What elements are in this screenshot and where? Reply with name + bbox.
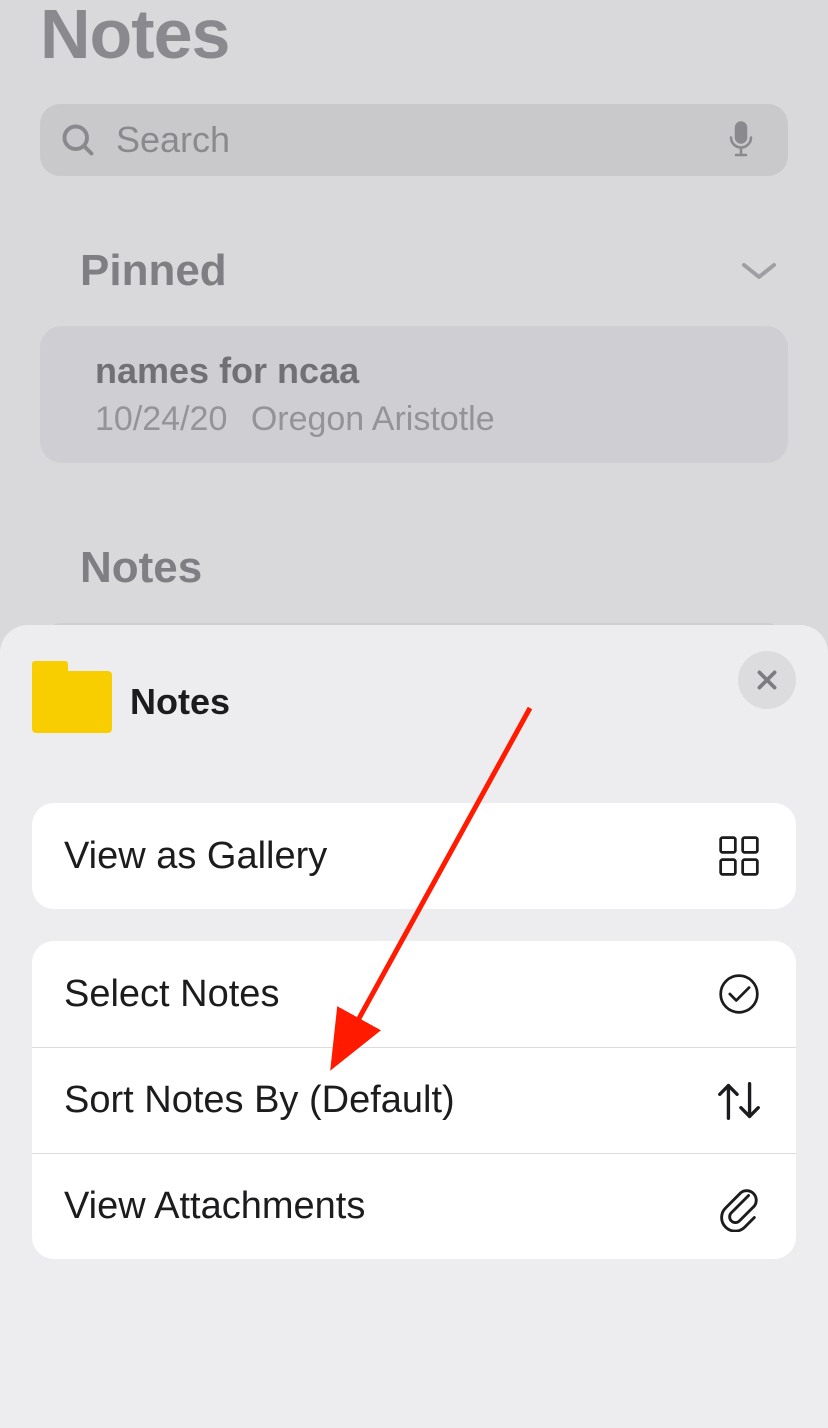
view-attachments-item[interactable]: View Attachments [32, 1153, 796, 1259]
pinned-title: Pinned [80, 246, 227, 296]
menu-item-label: View as Gallery [64, 835, 327, 878]
sort-notes-item[interactable]: Sort Notes By (Default) [32, 1047, 796, 1153]
microphone-icon[interactable] [726, 120, 756, 160]
note-title: names for ncaa [95, 350, 733, 392]
search-input[interactable]: Search [40, 104, 788, 176]
checkmark-circle-icon [714, 969, 764, 1019]
menu-group: Select Notes Sort Notes By (Default) V [32, 941, 796, 1259]
notes-section-title: Notes [80, 543, 202, 593]
view-as-gallery-item[interactable]: View as Gallery [32, 803, 796, 909]
menu-group: View as Gallery [32, 803, 796, 909]
close-button[interactable] [738, 651, 796, 709]
chevron-down-icon [740, 259, 778, 283]
pinned-note-item[interactable]: names for ncaa 10/24/20 Oregon Aristotle [40, 326, 788, 463]
search-placeholder: Search [116, 119, 706, 161]
select-notes-item[interactable]: Select Notes [32, 941, 796, 1047]
grid-icon [714, 831, 764, 881]
sheet-folder-name: Notes [130, 681, 230, 723]
folder-options-sheet: Notes View as Gallery [0, 625, 828, 1428]
notes-section-header: Notes [40, 543, 788, 593]
menu-item-label: Sort Notes By (Default) [64, 1079, 455, 1122]
note-preview: Oregon Aristotle [251, 400, 495, 438]
pinned-section-header[interactable]: Pinned [40, 246, 788, 296]
menu-item-label: Select Notes [64, 973, 279, 1016]
paperclip-icon [714, 1182, 764, 1232]
close-icon [754, 667, 780, 693]
sort-arrows-icon [714, 1076, 764, 1126]
page-title: Notes [40, 0, 788, 74]
menu-item-label: View Attachments [64, 1185, 365, 1228]
folder-icon [32, 671, 112, 733]
search-icon [60, 122, 96, 158]
note-subtitle: 10/24/20 Oregon Aristotle [95, 400, 733, 439]
note-date: 10/24/20 [95, 400, 227, 438]
